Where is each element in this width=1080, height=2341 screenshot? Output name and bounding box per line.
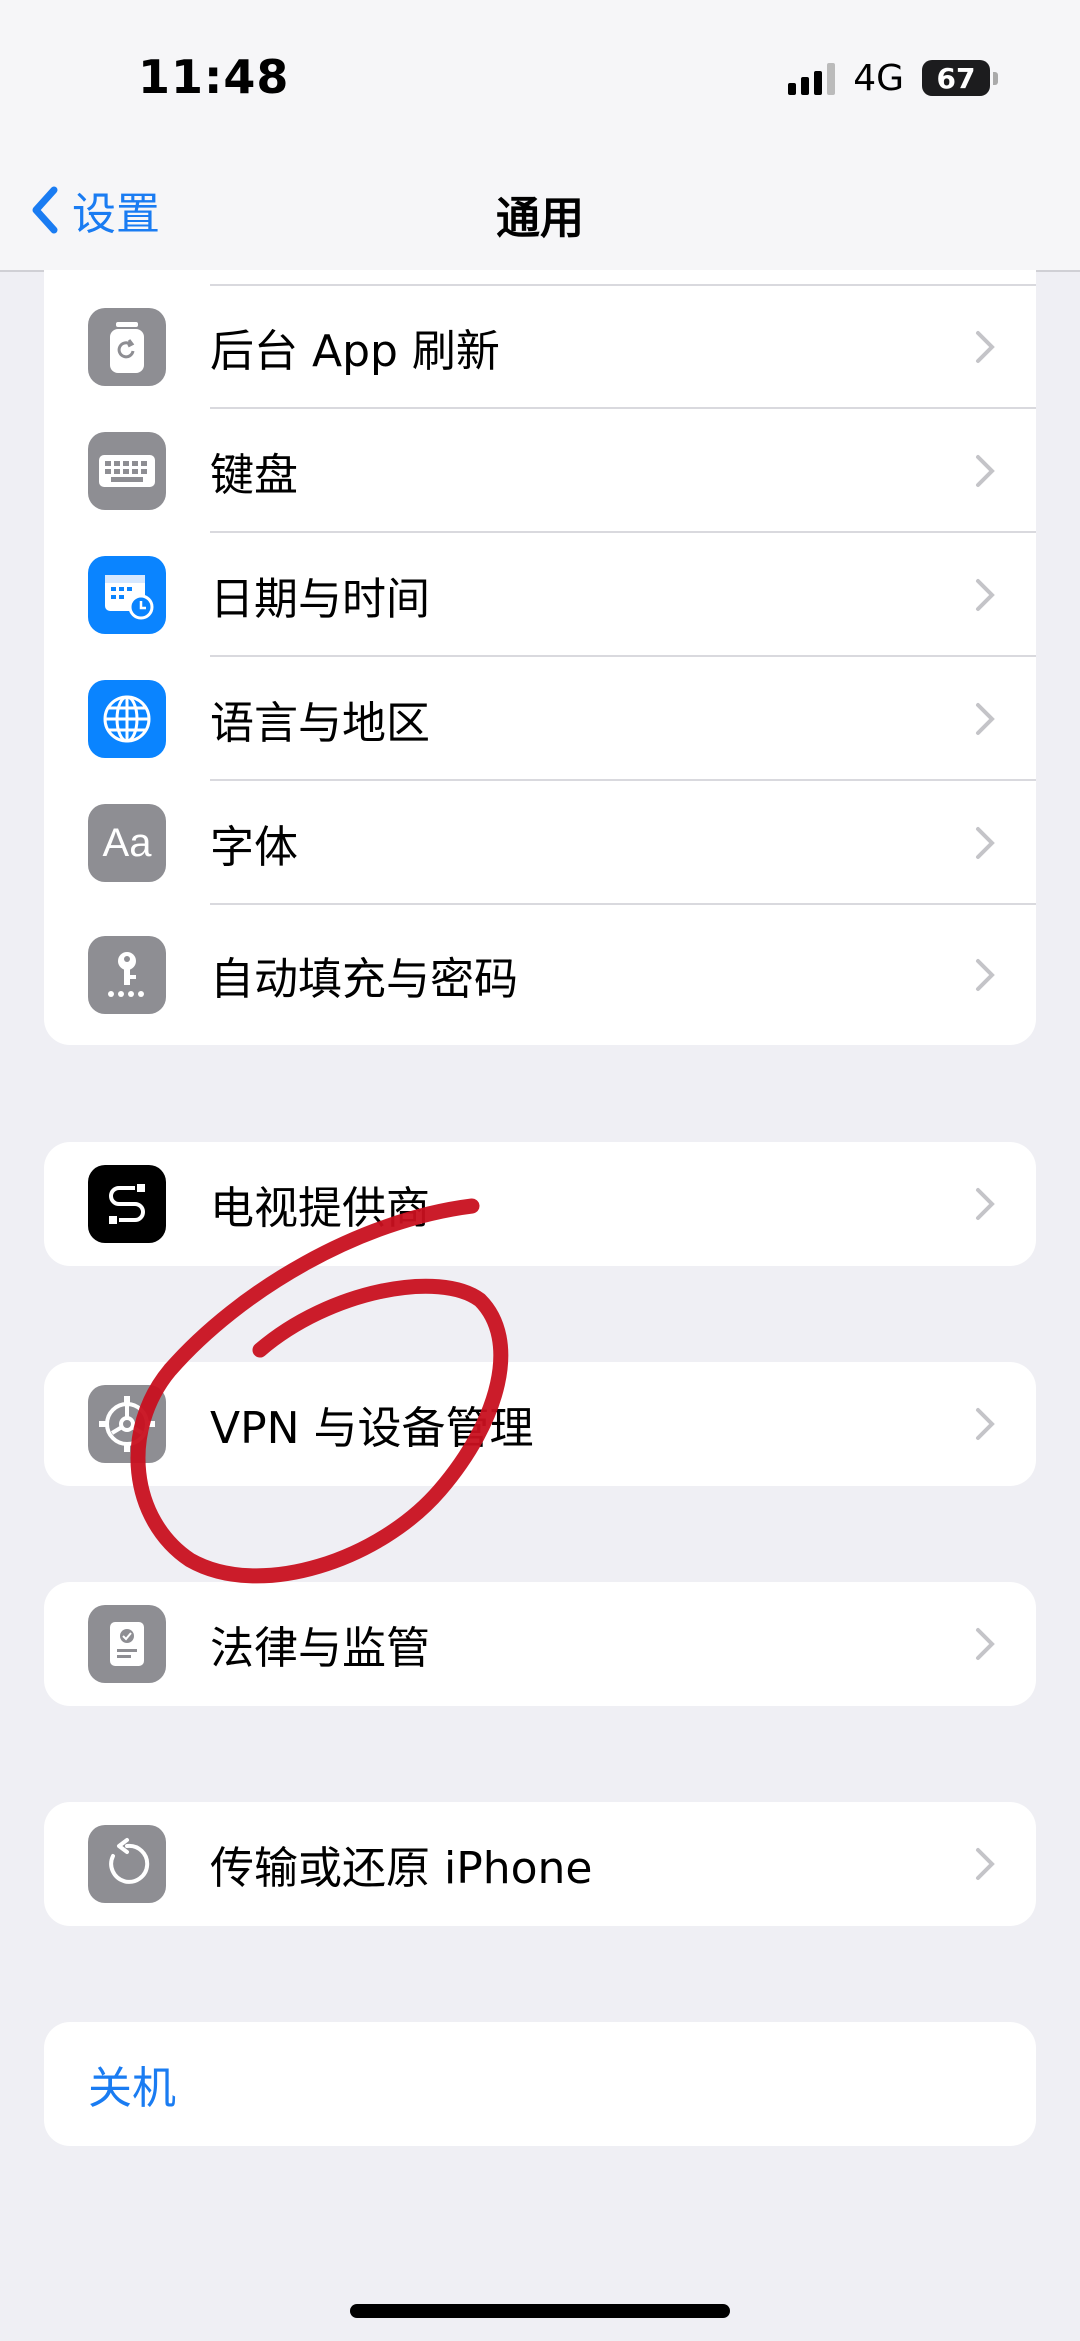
- font-icon-glyph: Aa: [102, 820, 152, 865]
- row-label: 法律与监管: [210, 1623, 430, 1674]
- row-legal-regulatory[interactable]: 法律与监管: [44, 1582, 1036, 1706]
- reset-icon: [88, 1825, 166, 1903]
- battery-icon: 67: [922, 60, 998, 96]
- shutdown-button[interactable]: 关机: [44, 2022, 1036, 2146]
- chevron-right-icon: [976, 959, 995, 991]
- tv-provider-icon: [88, 1165, 166, 1243]
- row-autofill-passwords[interactable]: 自动填充与密码: [44, 905, 1036, 1045]
- key-icon: [88, 936, 166, 1014]
- chevron-right-icon: [976, 1188, 995, 1220]
- shutdown-label: 关机: [88, 2063, 176, 2114]
- row-date-time[interactable]: 日期与时间: [44, 533, 1036, 657]
- chevron-right-icon: [976, 1848, 995, 1880]
- row-label: 日期与时间: [210, 574, 430, 625]
- page-title: 通用: [496, 193, 584, 244]
- row-label: 传输或还原 iPhone: [210, 1843, 593, 1894]
- vpn-group: VPN 与设备管理: [44, 1362, 1036, 1486]
- row-label: 自动填充与密码: [210, 954, 518, 1005]
- row-transfer-reset[interactable]: 传输或还原 iPhone: [44, 1802, 1036, 1926]
- row-fonts[interactable]: Aa 字体: [44, 781, 1036, 905]
- globe-icon: [88, 680, 166, 758]
- general-settings-group: 后台 App 刷新 键盘 日期与时间 语言与地区 Aa 字体 自动填充与密码: [44, 270, 1036, 1045]
- network-type: 4G: [853, 57, 904, 99]
- chevron-right-icon: [976, 703, 995, 735]
- transfer-group: 传输或还原 iPhone: [44, 1802, 1036, 1926]
- gear-icon: [88, 1385, 166, 1463]
- row-label: 键盘: [210, 450, 298, 501]
- status-bar: 11:48 4G 67: [0, 0, 1080, 160]
- row-vpn-device-management[interactable]: VPN 与设备管理: [44, 1362, 1036, 1486]
- row-tv-provider[interactable]: 电视提供商: [44, 1142, 1036, 1266]
- calendar-clock-icon: [88, 556, 166, 634]
- row-label: VPN 与设备管理: [210, 1403, 534, 1454]
- chevron-right-icon: [976, 1408, 995, 1440]
- row-label: 后台 App 刷新: [210, 326, 500, 377]
- chevron-right-icon: [976, 455, 995, 487]
- row-keyboard[interactable]: 键盘: [44, 409, 1036, 533]
- row-language-region[interactable]: 语言与地区: [44, 657, 1036, 781]
- chevron-right-icon: [976, 1628, 995, 1660]
- shutdown-group: 关机: [44, 2022, 1036, 2146]
- legal-group: 法律与监管: [44, 1582, 1036, 1706]
- certificate-icon: [88, 1605, 166, 1683]
- chevron-right-icon: [976, 827, 995, 859]
- status-time: 11:48: [138, 50, 290, 104]
- row-background-app-refresh[interactable]: 后台 App 刷新: [44, 285, 1036, 409]
- row-label: 语言与地区: [210, 698, 430, 749]
- cellular-signal-icon: [788, 61, 836, 95]
- background-refresh-icon: [88, 308, 166, 386]
- chevron-right-icon: [976, 331, 995, 363]
- keyboard-icon: [88, 432, 166, 510]
- home-indicator: [350, 2304, 730, 2318]
- row-label: 电视提供商: [210, 1183, 430, 1234]
- row-label: 字体: [210, 822, 298, 873]
- navigation-bar: 设置 通用: [0, 160, 1080, 272]
- battery-level: 67: [936, 61, 976, 95]
- tv-provider-group: 电视提供商: [44, 1142, 1036, 1266]
- font-icon: Aa: [88, 804, 166, 882]
- status-indicators: 4G 67: [788, 56, 998, 100]
- chevron-right-icon: [976, 579, 995, 611]
